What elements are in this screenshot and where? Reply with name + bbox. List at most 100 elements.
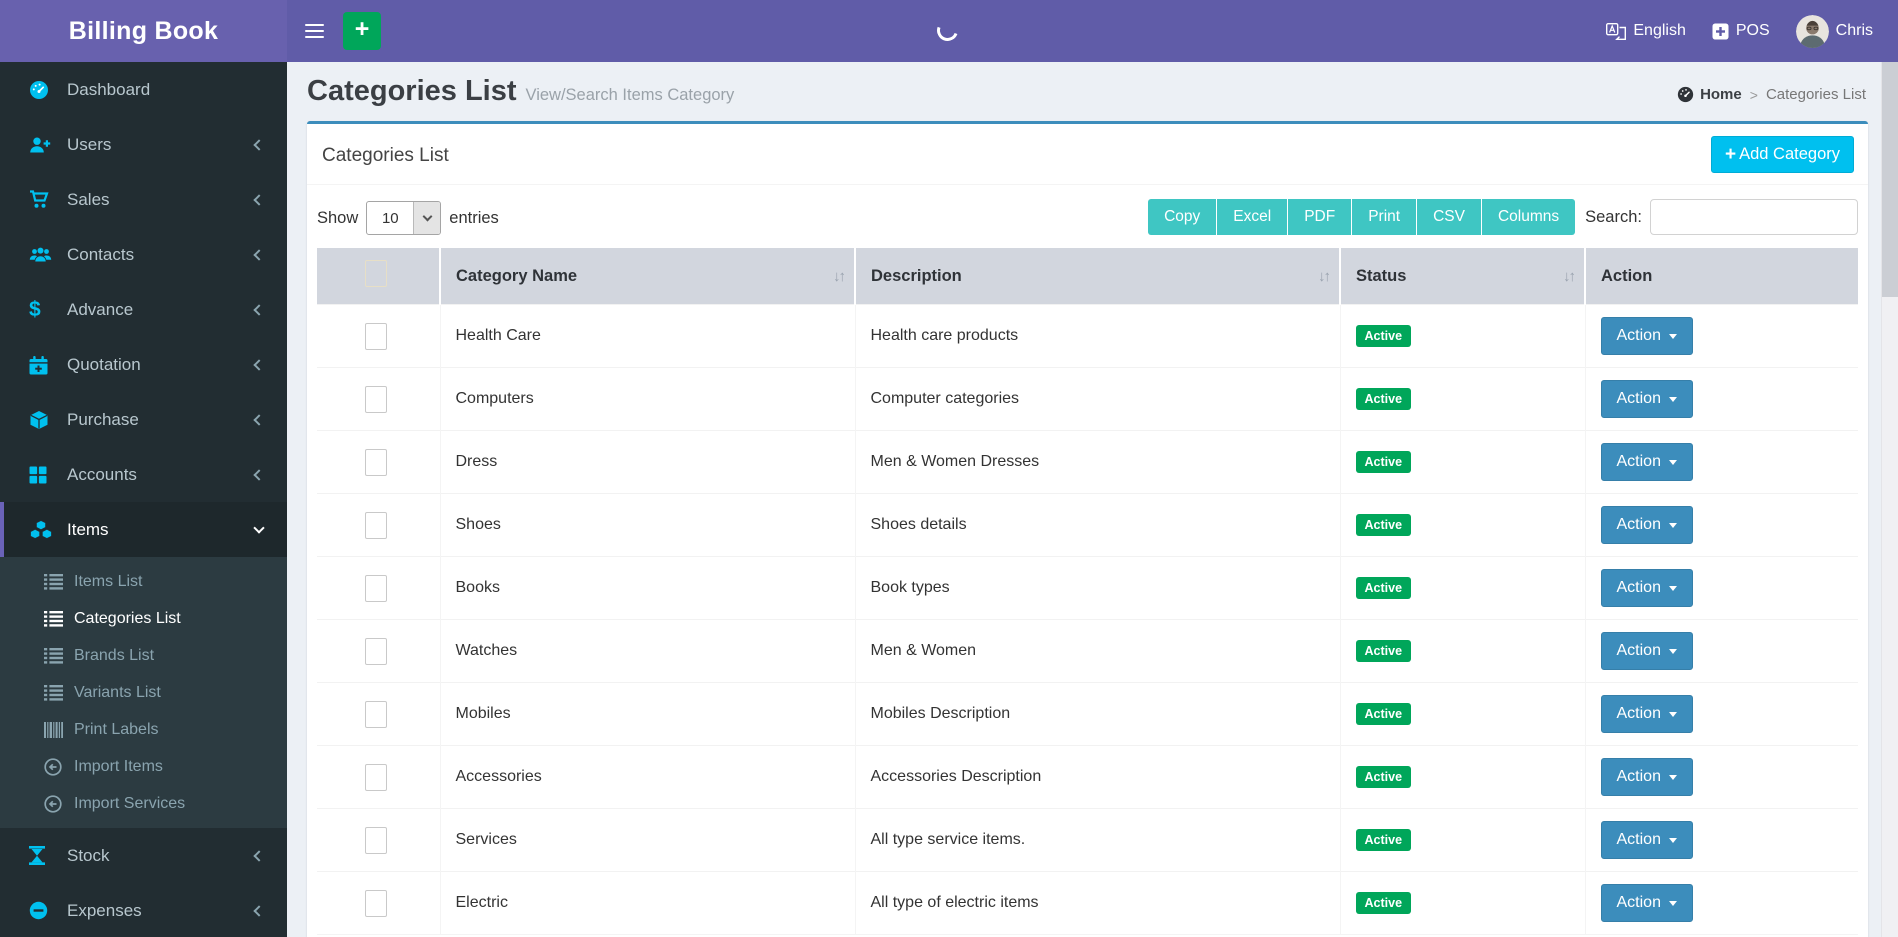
sidebar-item-purchase[interactable]: Purchase xyxy=(0,392,287,447)
action-dropdown-button[interactable]: Action xyxy=(1601,569,1693,607)
export-csv-button[interactable]: CSV xyxy=(1416,199,1481,235)
scrollbar-thumb[interactable] xyxy=(1882,62,1898,297)
sidebar-subitem-import-items[interactable]: Import Items xyxy=(0,748,287,785)
sidebar-subitem-categories-list[interactable]: Categories List xyxy=(0,600,287,637)
sidebar-item-contacts[interactable]: Contacts xyxy=(0,227,287,282)
pos-button[interactable]: POS xyxy=(1699,0,1783,62)
sidebar-item-label: Contacts xyxy=(67,245,134,265)
description-cell: Computer categories xyxy=(855,368,1340,431)
add-category-button[interactable]: + Add Category xyxy=(1711,136,1854,173)
category-name-cell: Accessories xyxy=(440,746,855,809)
user-menu[interactable]: Chris xyxy=(1783,0,1886,62)
cubes-icon xyxy=(29,520,55,539)
sidebar-subitem-items-list[interactable]: Items List xyxy=(0,563,287,600)
billing-book-app: Billing Book + English POS Chris xyxy=(0,0,1898,937)
row-checkbox[interactable] xyxy=(365,638,387,665)
select-all-header-cell xyxy=(317,248,440,305)
pos-label: POS xyxy=(1736,22,1770,40)
row-checkbox[interactable] xyxy=(365,512,387,539)
loading-spinner-icon xyxy=(934,17,962,45)
top-navbar: Billing Book + English POS Chris xyxy=(0,0,1898,62)
page-scrollbar[interactable] xyxy=(1881,62,1898,937)
row-checkbox[interactable] xyxy=(365,386,387,413)
table-row: Health CareHealth care productsActiveAct… xyxy=(317,305,1858,368)
sidebar-item-quotation[interactable]: Quotation xyxy=(0,337,287,392)
sidebar-subitem-brands-list[interactable]: Brands List xyxy=(0,637,287,674)
action-dropdown-button[interactable]: Action xyxy=(1601,695,1693,733)
sidebar-item-users[interactable]: Users xyxy=(0,117,287,172)
chevron-left-icon xyxy=(253,850,264,861)
sidebar-item-dashboard[interactable]: Dashboard xyxy=(0,62,287,117)
action-dropdown-button[interactable]: Action xyxy=(1601,821,1693,859)
category-name-cell: Books xyxy=(440,557,855,620)
sidebar-item-items[interactable]: Items xyxy=(0,502,287,557)
sidebar-subitem-print-labels[interactable]: Print Labels xyxy=(0,711,287,748)
export-print-button[interactable]: Print xyxy=(1351,199,1416,235)
chevron-left-icon xyxy=(253,359,264,370)
action-cell: Action xyxy=(1585,431,1858,494)
entries-select[interactable]: 10 xyxy=(366,201,441,235)
search-input[interactable] xyxy=(1650,199,1858,235)
description-cell: All type of electric items xyxy=(855,872,1340,935)
export-excel-button[interactable]: Excel xyxy=(1216,199,1287,235)
language-menu[interactable]: English xyxy=(1593,0,1698,62)
sidebar-item-label: Quotation xyxy=(67,355,141,375)
chevron-left-icon xyxy=(253,194,264,205)
row-checkbox[interactable] xyxy=(365,701,387,728)
export-pdf-button[interactable]: PDF xyxy=(1287,199,1351,235)
status-cell: Active xyxy=(1340,494,1585,557)
export-columns-button[interactable]: Columns xyxy=(1481,199,1575,235)
action-cell: Action xyxy=(1585,683,1858,746)
breadcrumb-home-label: Home xyxy=(1700,86,1742,103)
quick-add-button[interactable]: + xyxy=(343,12,381,50)
row-checkbox[interactable] xyxy=(365,890,387,917)
sort-icon: ↓↑ xyxy=(833,268,844,285)
sidebar-item-accounts[interactable]: Accounts xyxy=(0,447,287,502)
breadcrumb-home-link[interactable]: Home xyxy=(1677,86,1742,103)
action-dropdown-button[interactable]: Action xyxy=(1601,884,1693,922)
action-dropdown-button[interactable]: Action xyxy=(1601,758,1693,796)
action-dropdown-button[interactable]: Action xyxy=(1601,380,1693,418)
row-checkbox[interactable] xyxy=(365,827,387,854)
category-name-cell: Dress xyxy=(440,431,855,494)
sidebar-subitem-variants-list[interactable]: Variants List xyxy=(0,674,287,711)
select-all-checkbox[interactable] xyxy=(365,260,387,287)
sidebar-subitem-import-services[interactable]: Import Services xyxy=(0,785,287,822)
sort-icon: ↓↑ xyxy=(1563,268,1574,285)
action-dropdown-button[interactable]: Action xyxy=(1601,317,1693,355)
action-dropdown-button[interactable]: Action xyxy=(1601,632,1693,670)
status-badge: Active xyxy=(1356,577,1412,599)
table-row: BooksBook typesActiveAction xyxy=(317,557,1858,620)
column-header-description[interactable]: Description↓↑ xyxy=(855,248,1340,305)
table-row: WatchesMen & WomenActiveAction xyxy=(317,620,1858,683)
plus-icon: + xyxy=(1725,145,1736,164)
status-badge: Active xyxy=(1356,325,1412,347)
export-copy-button[interactable]: Copy xyxy=(1148,199,1216,235)
row-checkbox[interactable] xyxy=(365,449,387,476)
action-dropdown-button[interactable]: Action xyxy=(1601,443,1693,481)
hourglass-icon xyxy=(29,846,55,865)
sidebar-item-label: Users xyxy=(67,135,111,155)
sidebar-toggle-button[interactable] xyxy=(287,0,341,62)
action-cell: Action xyxy=(1585,746,1858,809)
sidebar-item-advance[interactable]: $Advance xyxy=(0,282,287,337)
action-dropdown-button[interactable]: Action xyxy=(1601,506,1693,544)
app-logo[interactable]: Billing Book xyxy=(0,0,287,62)
sidebar-item-sales[interactable]: Sales xyxy=(0,172,287,227)
row-checkbox[interactable] xyxy=(365,764,387,791)
column-header-status[interactable]: Status↓↑ xyxy=(1340,248,1585,305)
import-icon xyxy=(44,758,74,776)
user-plus-icon xyxy=(29,136,55,154)
sidebar-item-stock[interactable]: Stock xyxy=(0,828,287,883)
row-checkbox[interactable] xyxy=(365,323,387,350)
table-row: DressMen & Women DressesActiveAction xyxy=(317,431,1858,494)
column-header-category-name[interactable]: Category Name↓↑ xyxy=(440,248,855,305)
calendar-plus-icon xyxy=(29,355,55,375)
row-checkbox[interactable] xyxy=(365,575,387,602)
sidebar-item-expenses[interactable]: Expenses xyxy=(0,883,287,937)
checkbox-cell xyxy=(317,368,440,431)
page-title: Categories List View/Search Items Catego… xyxy=(307,75,734,108)
category-name-cell: Watches xyxy=(440,620,855,683)
caret-down-icon xyxy=(1669,586,1677,591)
table-header-row: Category Name↓↑ Description↓↑ Status↓↑ A… xyxy=(317,248,1858,305)
